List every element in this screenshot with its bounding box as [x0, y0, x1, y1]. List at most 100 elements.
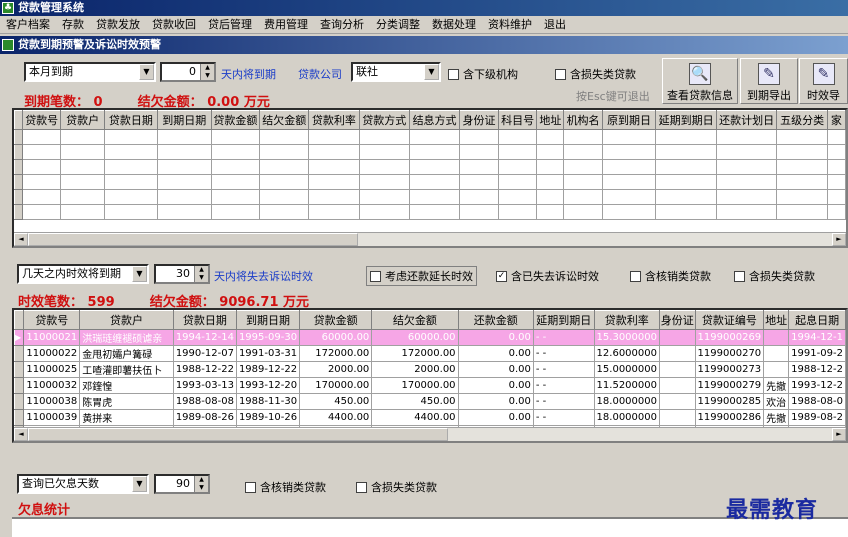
table-cell[interactable] [763, 329, 790, 346]
due-loans-grid[interactable]: 贷款号 贷款户 贷款日期 到期日期 贷款金额 结欠金额 贷款利率 贷款方式 结息… [12, 108, 848, 248]
table-cell[interactable] [655, 159, 717, 175]
spin-arrows-icon[interactable]: ▲ ▼ [194, 266, 208, 282]
table-cell[interactable] [103, 159, 159, 175]
table-cell[interactable] [655, 189, 717, 205]
table-cell[interactable] [259, 144, 310, 160]
menu-classification[interactable]: 分类调整 [370, 16, 426, 33]
limitation-period-select[interactable]: 几天之内时效将到期 ▼ [17, 264, 149, 284]
limitation-export-button[interactable]: ✎ 时效导 [799, 58, 848, 104]
table-cell[interactable] [259, 189, 310, 205]
table-cell[interactable] [210, 204, 261, 220]
checkbox-box[interactable] [370, 270, 381, 282]
column-header[interactable]: 起息日期 [788, 310, 846, 330]
table-cell[interactable]: 60000.00 [299, 329, 373, 346]
column-header[interactable]: 身份证 [459, 110, 499, 130]
checkbox-box[interactable] [448, 68, 459, 80]
table-cell[interactable] [157, 129, 212, 145]
table-cell[interactable]: 1990-12-07 [172, 345, 237, 362]
column-header[interactable]: 贷款利率 [308, 110, 360, 130]
table-cell[interactable]: 1199000279 [694, 377, 765, 394]
table-cell[interactable] [358, 129, 410, 145]
table-cell[interactable] [655, 144, 717, 160]
table-cell[interactable] [536, 129, 565, 145]
table-cell[interactable]: 1993-12-2 [788, 377, 846, 394]
table-cell[interactable] [563, 144, 603, 160]
chevron-down-icon[interactable]: ▼ [132, 266, 147, 282]
due-days-spinner[interactable]: 0 ▲ ▼ [160, 62, 216, 82]
table-cell[interactable] [157, 144, 212, 160]
table-cell[interactable] [826, 144, 846, 160]
table-cell[interactable] [103, 129, 159, 145]
table-cell[interactable]: 1989-08-2 [788, 409, 846, 426]
table-row[interactable]: ▶ 11000021 洪瑞琏缠褪硕谑亲 1994-12-14 1995-09-30 600… [14, 329, 846, 346]
table-cell[interactable]: 11000038 [23, 393, 81, 410]
table-cell[interactable]: 洪瑞琏缠褪硕谑亲 [79, 329, 174, 346]
scroll-right-icon[interactable]: ► [832, 233, 846, 246]
row-indicator[interactable] [14, 129, 23, 145]
table-cell[interactable]: 11.5200000 [593, 377, 661, 394]
table-cell[interactable] [210, 144, 261, 160]
table-cell[interactable]: 450.00 [299, 393, 373, 410]
table-cell[interactable] [210, 189, 261, 205]
table-cell[interactable] [210, 159, 261, 175]
menu-maintenance[interactable]: 资料维护 [482, 16, 538, 33]
table-cell[interactable] [308, 144, 360, 160]
table-cell[interactable]: 11000022 [23, 345, 81, 362]
limitation-loans-grid[interactable]: 贷款号 贷款户 贷款日期 到期日期 贷款金额 结欠金额 还款金额 延期到期日 贷… [12, 308, 848, 443]
table-cell[interactable] [21, 129, 62, 145]
table-cell[interactable]: 1199000270 [694, 345, 765, 362]
horizontal-scrollbar[interactable]: ◄ ► [14, 427, 846, 441]
table-cell[interactable]: 2000.00 [299, 361, 373, 378]
table-cell[interactable] [826, 159, 846, 175]
due-period-select[interactable]: 本月到期 ▼ [24, 62, 156, 82]
column-header[interactable]: 结欠金额 [259, 110, 310, 130]
checkbox-box[interactable] [245, 481, 256, 493]
column-header[interactable]: 还款计划日 [715, 110, 778, 130]
table-cell[interactable] [157, 204, 212, 220]
table-cell[interactable]: 172000.00 [371, 345, 459, 362]
table-cell[interactable]: 0.00 [457, 409, 534, 426]
table-row[interactable]: 11000022 金甩初孀户篝碌 1990-12-07 1991-03-31 17200… [14, 345, 846, 362]
table-cell[interactable] [60, 159, 105, 175]
table-cell[interactable]: 11000032 [23, 377, 81, 394]
table-cell[interactable] [601, 129, 657, 145]
scrollbar-thumb[interactable] [28, 233, 358, 246]
table-cell[interactable] [157, 189, 212, 205]
row-indicator[interactable] [14, 409, 25, 426]
table-cell[interactable]: 0.00 [457, 393, 534, 410]
table-cell[interactable]: - - [532, 377, 595, 394]
table-cell[interactable] [715, 144, 778, 160]
table-cell[interactable]: 11000025 [23, 361, 81, 378]
table-cell[interactable]: 4400.00 [371, 409, 459, 426]
column-header[interactable]: 贷款金额 [299, 310, 373, 330]
table-cell[interactable] [60, 189, 105, 205]
column-header[interactable]: 贷款金额 [210, 110, 261, 130]
column-header[interactable]: 身份证 [659, 310, 696, 330]
table-cell[interactable] [408, 174, 461, 190]
current-row-indicator-icon[interactable]: ▶ [14, 329, 25, 346]
table-cell[interactable] [659, 377, 696, 394]
table-cell[interactable]: 1991-03-31 [235, 345, 301, 362]
table-cell[interactable] [497, 159, 538, 175]
table-cell[interactable] [459, 189, 499, 205]
table-cell[interactable] [459, 159, 499, 175]
table-cell[interactable]: 1199000286 [694, 409, 765, 426]
table-cell[interactable]: 1993-03-13 [172, 377, 237, 394]
table-cell[interactable] [259, 159, 310, 175]
menu-query[interactable]: 查询分析 [314, 16, 370, 33]
table-cell[interactable] [60, 174, 105, 190]
table-cell[interactable] [601, 144, 657, 160]
table-cell[interactable] [408, 129, 461, 145]
table-cell[interactable] [103, 189, 159, 205]
menu-data-processing[interactable]: 数据处理 [426, 16, 482, 33]
table-cell[interactable]: 172000.00 [299, 345, 373, 362]
table-cell[interactable]: 15.3000000 [593, 329, 661, 346]
column-header[interactable]: 贷款利率 [593, 310, 661, 330]
table-cell[interactable] [601, 189, 657, 205]
column-header[interactable]: 科目号 [497, 110, 538, 130]
table-cell[interactable]: 18.0000000 [593, 393, 661, 410]
table-cell[interactable] [497, 129, 538, 145]
table-cell[interactable]: 0.00 [457, 361, 534, 378]
table-cell[interactable]: - - [532, 393, 595, 410]
menu-post-loan[interactable]: 贷后管理 [202, 16, 258, 33]
